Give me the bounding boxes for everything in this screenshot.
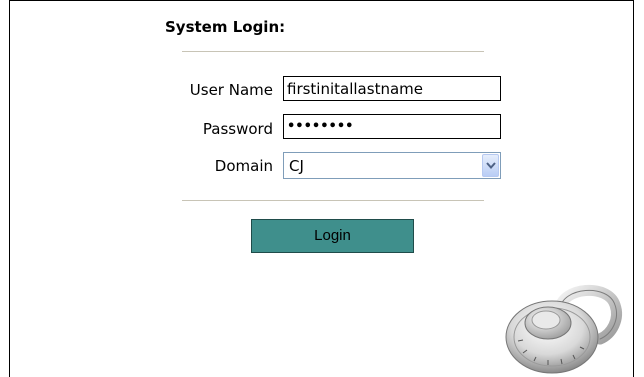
- domain-select[interactable]: CJ: [283, 152, 501, 179]
- domain-label: Domain: [214, 157, 273, 175]
- login-panel: System Login: User Name Password •••••••…: [9, 0, 634, 377]
- divider-top: [182, 51, 484, 52]
- password-label: Password: [202, 120, 273, 138]
- dropdown-button[interactable]: [482, 154, 499, 177]
- password-field[interactable]: ••••••••: [283, 114, 501, 139]
- username-label: User Name: [189, 81, 273, 99]
- combination-padlock-icon: [505, 285, 622, 374]
- domain-selected-value: CJ: [289, 157, 304, 175]
- page-title: System Login:: [165, 18, 286, 36]
- login-button[interactable]: Login: [251, 219, 414, 253]
- username-field[interactable]: [283, 76, 501, 101]
- divider-bottom: [182, 200, 484, 201]
- chevron-down-icon: [486, 162, 496, 170]
